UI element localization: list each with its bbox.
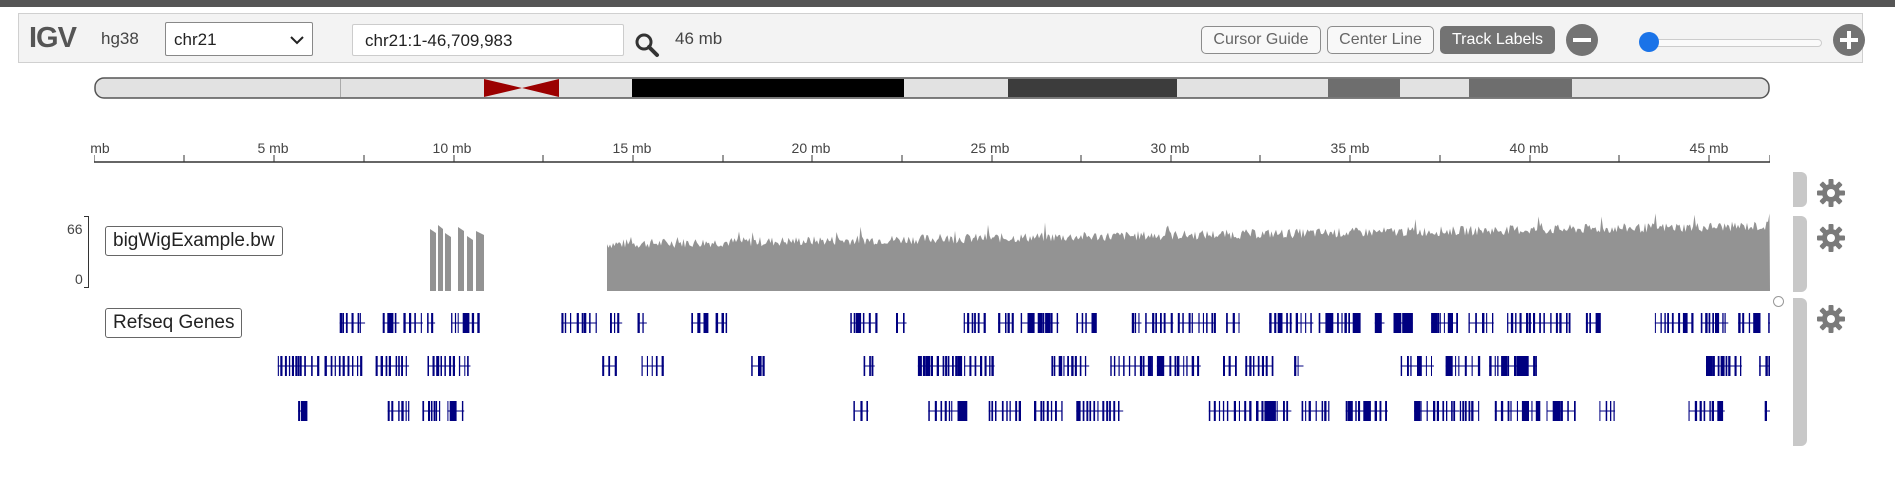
ruler-track-gear-icon[interactable]: [1816, 178, 1846, 208]
zoom-out-icon[interactable]: [1565, 23, 1599, 57]
refseq-track-drag-handle[interactable]: [1793, 298, 1807, 446]
refseq-track-label[interactable]: Refseq Genes: [105, 308, 243, 338]
zoom-slider-handle[interactable]: [1639, 32, 1660, 52]
chromosome-ideogram[interactable]: [94, 77, 1770, 99]
zoom-in-icon[interactable]: [1832, 23, 1866, 57]
ruler-ticks: [94, 155, 1770, 162]
chromosome-select-value: chr21: [174, 30, 217, 49]
window-size-label: 46 mb: [675, 29, 723, 48]
locus-search-input[interactable]: chr21:1-46,709,983: [352, 24, 624, 56]
igv-logo: IGV: [29, 22, 77, 54]
wig-track-label[interactable]: bigWigExample.bw: [105, 226, 283, 256]
wig-scale-max: 66: [67, 221, 83, 237]
wig-track-gear-icon[interactable]: [1816, 223, 1846, 253]
wig-scale-min: 0: [75, 271, 83, 287]
genome-label: hg38: [101, 29, 139, 48]
igv-navbar: IGV hg38 chr21 chr21:1-46,709,983 46 mb …: [18, 13, 1866, 63]
wig-track-drag-handle[interactable]: [1793, 216, 1807, 292]
track-labels-button[interactable]: Track Labels: [1440, 26, 1555, 54]
ruler-track-drag-handle[interactable]: [1793, 172, 1807, 207]
search-icon[interactable]: [634, 32, 660, 58]
refseq-track-gear-icon[interactable]: [1816, 304, 1846, 334]
window-top-bar: [0, 0, 1895, 7]
bigwig-signal-plot[interactable]: [94, 213, 1770, 291]
chevron-down-icon: [290, 36, 304, 45]
gene-row: [339, 313, 1770, 333]
gene-row: [298, 401, 1770, 421]
refseq-gene-features[interactable]: [94, 308, 1770, 428]
chromosome-select[interactable]: chr21: [165, 22, 313, 56]
cursor-guide-button[interactable]: Cursor Guide: [1201, 26, 1321, 54]
genomic-ruler: [94, 155, 1770, 163]
gene-row: [277, 356, 1770, 376]
zoom-slider-track[interactable]: [1644, 39, 1822, 47]
center-line-button[interactable]: Center Line: [1327, 26, 1434, 54]
wig-signal-area: [430, 213, 1770, 291]
track-resize-marker[interactable]: [1773, 296, 1784, 307]
wig-scale-bracket: [84, 216, 89, 288]
